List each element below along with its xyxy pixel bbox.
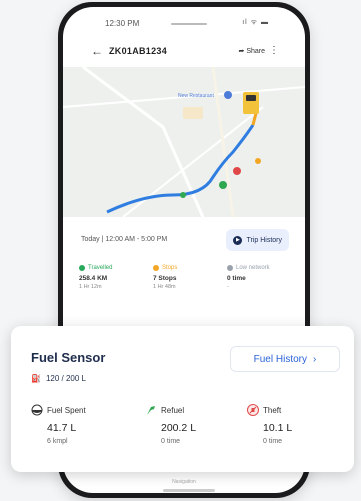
fuel-pump-icon: ⛽ xyxy=(31,374,41,383)
start-marker xyxy=(180,192,186,198)
trip-time-range: Today | 12:00 AM - 5:00 PM xyxy=(81,236,168,243)
status-bar: 12:30 PM ıl ᯤ ▬ xyxy=(63,7,305,35)
metric-name: Refuel xyxy=(161,405,185,415)
back-arrow-icon[interactable]: ← xyxy=(91,44,103,58)
fuel-level-text: 120 / 200 L xyxy=(45,374,87,383)
metric-value: 10.1 L xyxy=(263,422,293,434)
metric-sub: 6 kmpl xyxy=(47,438,68,445)
stat-label: Stops xyxy=(162,265,178,271)
fuel-history-label: Fuel History xyxy=(253,353,307,365)
stat-value: 7 Stops xyxy=(153,275,177,282)
stat-sub: - xyxy=(227,284,229,290)
network-dot-icon xyxy=(227,265,233,271)
stat-label: Travelled xyxy=(88,265,113,271)
more-vertical-icon[interactable]: ⋮ xyxy=(269,45,279,56)
stat-value: 258.4 KM xyxy=(79,275,108,282)
card-title: Fuel Sensor xyxy=(31,350,106,365)
map-pin-icon xyxy=(224,91,232,99)
stage: 12:30 PM ıl ᯤ ▬ ← ZK01AB1234 ➦ Share ⋮ N… xyxy=(0,0,361,501)
stop-marker xyxy=(233,167,241,175)
theft-icon xyxy=(247,404,259,416)
app-bar: ← ZK01AB1234 ➦ Share ⋮ xyxy=(63,41,305,63)
vehicle-number: ZK01AB1234 xyxy=(109,46,168,56)
map-poi-marker xyxy=(183,107,203,119)
stat-sub: 1 Hr 12m xyxy=(79,284,102,290)
metric-fuel-spent: Fuel Spent 41.7 L 6 kmpl xyxy=(31,404,131,445)
fuel-sensor-card: Fuel Sensor ⛽ 120 / 200 L Fuel History ›… xyxy=(11,326,354,472)
fuel-nozzle-icon xyxy=(145,404,157,416)
share-label: Share xyxy=(246,48,265,55)
metric-sub: 0 time xyxy=(161,438,181,445)
metric-value: 41.7 L xyxy=(47,422,77,434)
fuel-marker xyxy=(219,181,227,189)
trip-history-button[interactable]: ▶ Trip History xyxy=(226,229,289,251)
play-icon: ▶ xyxy=(233,235,243,245)
stat-sub: 1 Hr 48m xyxy=(153,284,176,290)
share-button[interactable]: ➦ Share xyxy=(238,47,265,55)
metric-name: Fuel Spent xyxy=(47,405,86,415)
status-time: 12:30 PM xyxy=(105,19,140,28)
trip-stats: Travelled 258.4 KM 1 Hr 12m Stops 7 Stop… xyxy=(79,265,289,305)
stops-dot-icon xyxy=(153,265,159,271)
stat-travelled: Travelled 258.4 KM 1 Hr 12m xyxy=(79,265,149,290)
stat-stops: Stops 7 Stops 1 Hr 48m xyxy=(153,265,223,290)
route-map[interactable]: New Restaurant xyxy=(63,67,305,217)
stat-low-network: Low network 0 time - xyxy=(227,265,297,290)
metric-theft: Theft 10.1 L 0 time xyxy=(247,404,347,445)
bottom-label: Navigation xyxy=(172,479,196,485)
trip-history-label: Trip History xyxy=(246,236,282,244)
chevron-right-icon: › xyxy=(313,353,317,365)
status-icons: ıl ᯤ ▬ xyxy=(242,19,269,26)
metric-name: Theft xyxy=(263,405,282,415)
stat-value: 0 time xyxy=(227,275,246,282)
share-icon: ➦ xyxy=(238,48,245,55)
home-indicator xyxy=(163,489,215,492)
map-canvas: New Restaurant xyxy=(63,67,305,217)
fuel-level: ⛽ 120 / 200 L xyxy=(31,374,86,383)
travelled-dot-icon xyxy=(79,265,85,271)
fuel-drop-icon xyxy=(31,404,43,416)
metric-value: 200.2 L xyxy=(161,422,197,434)
fuel-history-button[interactable]: Fuel History › xyxy=(230,346,340,372)
metric-sub: 0 time xyxy=(263,438,283,445)
map-place-label: New Restaurant xyxy=(178,93,214,99)
metric-refuel: Refuel 200.2 L 0 time xyxy=(145,404,245,445)
stat-label: Low network xyxy=(236,265,270,271)
orange-marker xyxy=(255,158,261,164)
trip-bar: Today | 12:00 AM - 5:00 PM ▶ Trip History xyxy=(79,229,289,253)
notch xyxy=(171,23,207,25)
